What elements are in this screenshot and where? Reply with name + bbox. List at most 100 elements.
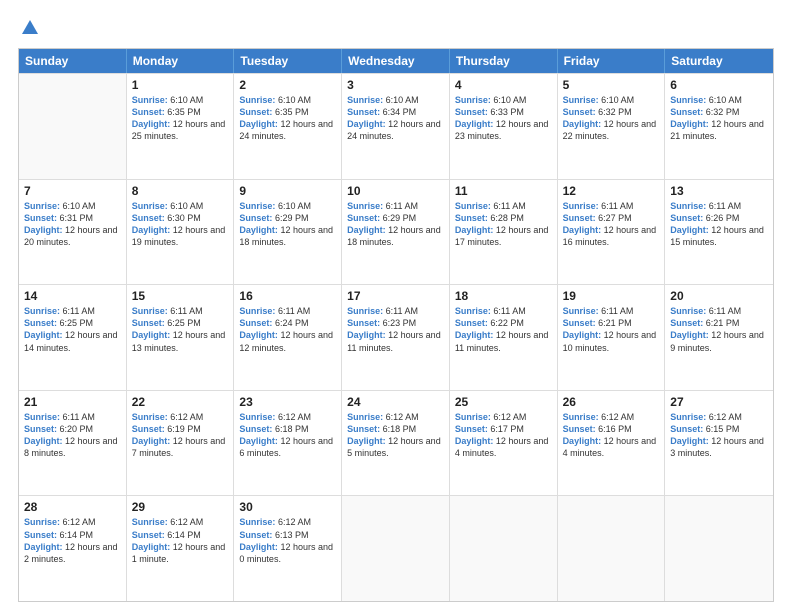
calendar-header-row: SundayMondayTuesdayWednesdayThursdayFrid… [19, 49, 773, 73]
calendar-cell: 28 Sunrise: 6:12 AMSunset: 6:14 PMDayligh… [19, 496, 127, 601]
day-header-tuesday: Tuesday [234, 49, 342, 73]
calendar-cell [342, 496, 450, 601]
day-number: 8 [132, 184, 229, 198]
calendar-cell: 2 Sunrise: 6:10 AMSunset: 6:35 PMDaylight… [234, 74, 342, 179]
day-number: 17 [347, 289, 444, 303]
day-number: 14 [24, 289, 121, 303]
day-number: 18 [455, 289, 552, 303]
calendar-row-3: 21 Sunrise: 6:11 AMSunset: 6:20 PMDayligh… [19, 390, 773, 496]
logo [18, 18, 40, 38]
day-number: 6 [670, 78, 768, 92]
day-header-friday: Friday [558, 49, 666, 73]
day-number: 12 [563, 184, 660, 198]
cell-info: Sunrise: 6:11 AMSunset: 6:23 PMDaylight:… [347, 305, 444, 354]
cell-info: Sunrise: 6:12 AMSunset: 6:14 PMDaylight:… [24, 516, 121, 565]
calendar-cell: 29 Sunrise: 6:12 AMSunset: 6:14 PMDayligh… [127, 496, 235, 601]
day-number: 30 [239, 500, 336, 514]
calendar-cell: 19 Sunrise: 6:11 AMSunset: 6:21 PMDayligh… [558, 285, 666, 390]
cell-info: Sunrise: 6:11 AMSunset: 6:21 PMDaylight:… [670, 305, 768, 354]
calendar-cell: 10 Sunrise: 6:11 AMSunset: 6:29 PMDayligh… [342, 180, 450, 285]
cell-info: Sunrise: 6:10 AMSunset: 6:35 PMDaylight:… [239, 94, 336, 143]
cell-info: Sunrise: 6:12 AMSunset: 6:15 PMDaylight:… [670, 411, 768, 460]
cell-info: Sunrise: 6:10 AMSunset: 6:35 PMDaylight:… [132, 94, 229, 143]
calendar-cell: 9 Sunrise: 6:10 AMSunset: 6:29 PMDaylight… [234, 180, 342, 285]
calendar-cell: 27 Sunrise: 6:12 AMSunset: 6:15 PMDayligh… [665, 391, 773, 496]
calendar-cell: 14 Sunrise: 6:11 AMSunset: 6:25 PMDayligh… [19, 285, 127, 390]
calendar-cell: 17 Sunrise: 6:11 AMSunset: 6:23 PMDayligh… [342, 285, 450, 390]
calendar-cell: 26Sunrise: 6:12 AMSunset: 6:16 PMDayligh… [558, 391, 666, 496]
day-number: 20 [670, 289, 768, 303]
cell-info: Sunrise: 6:11 AMSunset: 6:25 PMDaylight:… [132, 305, 229, 354]
cell-info: Sunrise: 6:11 AMSunset: 6:27 PMDaylight:… [563, 200, 660, 249]
calendar-cell: 3 Sunrise: 6:10 AMSunset: 6:34 PMDaylight… [342, 74, 450, 179]
cell-info: Sunrise: 6:10 AMSunset: 6:34 PMDaylight:… [347, 94, 444, 143]
calendar-cell: 1Sunrise: 6:10 AMSunset: 6:35 PMDaylight… [127, 74, 235, 179]
calendar: SundayMondayTuesdayWednesdayThursdayFrid… [18, 48, 774, 602]
calendar-cell: 8 Sunrise: 6:10 AMSunset: 6:30 PMDaylight… [127, 180, 235, 285]
calendar-cell [665, 496, 773, 601]
day-number: 10 [347, 184, 444, 198]
calendar-cell [19, 74, 127, 179]
cell-info: Sunrise: 6:12 AMSunset: 6:18 PMDaylight:… [239, 411, 336, 460]
calendar-cell: 30 Sunrise: 6:12 AMSunset: 6:13 PMDayligh… [234, 496, 342, 601]
cell-info: Sunrise: 6:12 AMSunset: 6:18 PMDaylight:… [347, 411, 444, 460]
calendar-row-2: 14 Sunrise: 6:11 AMSunset: 6:25 PMDayligh… [19, 284, 773, 390]
calendar-cell: 24 Sunrise: 6:12 AMSunset: 6:18 PMDayligh… [342, 391, 450, 496]
day-number: 3 [347, 78, 444, 92]
day-header-wednesday: Wednesday [342, 49, 450, 73]
cell-info: Sunrise: 6:10 AMSunset: 6:29 PMDaylight:… [239, 200, 336, 249]
cell-info: Sunrise: 6:12 AMSunset: 6:17 PMDaylight:… [455, 411, 552, 460]
day-number: 15 [132, 289, 229, 303]
day-number: 24 [347, 395, 444, 409]
calendar-cell: 18Sunrise: 6:11 AMSunset: 6:22 PMDayligh… [450, 285, 558, 390]
calendar-cell [450, 496, 558, 601]
day-header-sunday: Sunday [19, 49, 127, 73]
calendar-cell: 5 Sunrise: 6:10 AMSunset: 6:32 PMDaylight… [558, 74, 666, 179]
cell-info: Sunrise: 6:12 AMSunset: 6:14 PMDaylight:… [132, 516, 229, 565]
cell-info: Sunrise: 6:11 AMSunset: 6:29 PMDaylight:… [347, 200, 444, 249]
day-number: 29 [132, 500, 229, 514]
calendar-cell: 12 Sunrise: 6:11 AMSunset: 6:27 PMDayligh… [558, 180, 666, 285]
day-number: 27 [670, 395, 768, 409]
calendar-cell: 7 Sunrise: 6:10 AMSunset: 6:31 PMDaylight… [19, 180, 127, 285]
calendar-cell: 16Sunrise: 6:11 AMSunset: 6:24 PMDayligh… [234, 285, 342, 390]
calendar-cell: 13Sunrise: 6:11 AMSunset: 6:26 PMDayligh… [665, 180, 773, 285]
cell-info: Sunrise: 6:10 AMSunset: 6:32 PMDaylight:… [670, 94, 768, 143]
cell-info: Sunrise: 6:11 AMSunset: 6:21 PMDaylight:… [563, 305, 660, 354]
cell-info: Sunrise: 6:11 AMSunset: 6:28 PMDaylight:… [455, 200, 552, 249]
logo-icon [20, 18, 40, 38]
calendar-cell: 4Sunrise: 6:10 AMSunset: 6:33 PMDaylight… [450, 74, 558, 179]
calendar-cell: 15 Sunrise: 6:11 AMSunset: 6:25 PMDayligh… [127, 285, 235, 390]
day-number: 16 [239, 289, 336, 303]
calendar-row-0: 1Sunrise: 6:10 AMSunset: 6:35 PMDaylight… [19, 73, 773, 179]
day-number: 22 [132, 395, 229, 409]
cell-info: Sunrise: 6:11 AMSunset: 6:25 PMDaylight:… [24, 305, 121, 354]
calendar-page: SundayMondayTuesdayWednesdayThursdayFrid… [0, 0, 792, 612]
cell-info: Sunrise: 6:12 AMSunset: 6:13 PMDaylight:… [239, 516, 336, 565]
cell-info: Sunrise: 6:10 AMSunset: 6:31 PMDaylight:… [24, 200, 121, 249]
calendar-cell: 25 Sunrise: 6:12 AMSunset: 6:17 PMDayligh… [450, 391, 558, 496]
calendar-cell: 23 Sunrise: 6:12 AMSunset: 6:18 PMDayligh… [234, 391, 342, 496]
day-number: 21 [24, 395, 121, 409]
day-number: 26 [563, 395, 660, 409]
day-number: 7 [24, 184, 121, 198]
calendar-cell: 22 Sunrise: 6:12 AMSunset: 6:19 PMDayligh… [127, 391, 235, 496]
calendar-row-4: 28 Sunrise: 6:12 AMSunset: 6:14 PMDayligh… [19, 495, 773, 601]
day-number: 25 [455, 395, 552, 409]
cell-info: Sunrise: 6:11 AMSunset: 6:20 PMDaylight:… [24, 411, 121, 460]
cell-info: Sunrise: 6:10 AMSunset: 6:30 PMDaylight:… [132, 200, 229, 249]
day-number: 2 [239, 78, 336, 92]
calendar-row-1: 7 Sunrise: 6:10 AMSunset: 6:31 PMDaylight… [19, 179, 773, 285]
calendar-body: 1Sunrise: 6:10 AMSunset: 6:35 PMDaylight… [19, 73, 773, 601]
day-number: 23 [239, 395, 336, 409]
header [18, 18, 774, 38]
day-number: 28 [24, 500, 121, 514]
day-number: 11 [455, 184, 552, 198]
cell-info: Sunrise: 6:12 AMSunset: 6:19 PMDaylight:… [132, 411, 229, 460]
day-number: 13 [670, 184, 768, 198]
day-number: 19 [563, 289, 660, 303]
day-number: 9 [239, 184, 336, 198]
calendar-cell [558, 496, 666, 601]
cell-info: Sunrise: 6:10 AMSunset: 6:32 PMDaylight:… [563, 94, 660, 143]
day-number: 5 [563, 78, 660, 92]
